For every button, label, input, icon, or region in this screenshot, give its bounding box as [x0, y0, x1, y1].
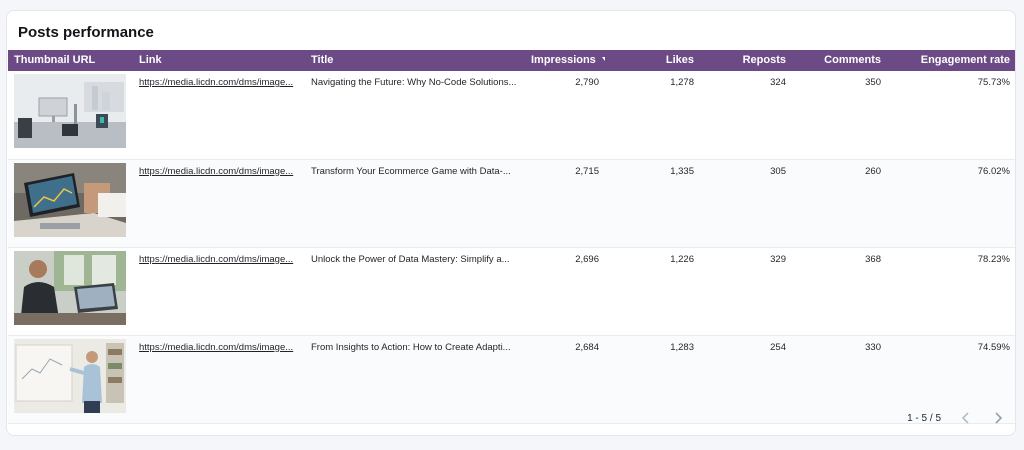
presenter-whiteboard-thumbnail: [14, 338, 126, 413]
comments-cell: 330: [865, 341, 881, 353]
link-cell: https://media.licdn.com/dms/image...: [133, 159, 305, 247]
chevron-left-icon[interactable]: [959, 411, 973, 425]
post-link[interactable]: https://media.licdn.com/dms/image...: [139, 77, 293, 88]
column-header-comments[interactable]: Comments: [792, 50, 887, 71]
engagement-rate-cell: 76.02%: [977, 165, 1010, 177]
thumbnail-cell: [8, 247, 133, 335]
reposts-cell: 324: [770, 77, 786, 88]
link-cell: https://media.licdn.com/dms/image...: [133, 71, 305, 159]
office-desk-mac-thumbnail: [14, 74, 126, 148]
table-row: https://media.licdn.com/dms/image... Tra…: [8, 159, 1015, 247]
reposts-cell: 305: [770, 165, 786, 177]
table-row: https://media.licdn.com/dms/image... Fro…: [8, 335, 1015, 423]
table-row: https://media.licdn.com/dms/image... Unl…: [8, 247, 1015, 335]
likes-cell: 1,335: [670, 165, 694, 177]
column-header-title[interactable]: Title: [305, 50, 525, 71]
man-at-laptop-thumbnail: [14, 250, 126, 325]
impressions-cell: 2,696: [575, 253, 599, 265]
pagination-range: 1 - 5 / 5: [907, 412, 941, 424]
column-header-impressions[interactable]: Impressions: [525, 50, 605, 71]
likes-cell: 1,226: [670, 253, 694, 265]
likes-cell: 1,278: [670, 77, 694, 88]
comments-cell: 350: [865, 77, 881, 88]
title-cell: Transform Your Ecommerce Game with Data-…: [311, 165, 511, 177]
impressions-cell: 2,790: [575, 77, 599, 88]
table-row: https://media.licdn.com/dms/image... Nav…: [8, 71, 1015, 159]
reposts-cell: 254: [770, 341, 786, 353]
impressions-cell: 2,715: [575, 165, 599, 177]
posts-performance-card: Posts performance Thumbnail URL Link Tit…: [6, 10, 1016, 436]
thumbnail-cell: [8, 71, 133, 159]
link-cell: https://media.licdn.com/dms/image...: [133, 247, 305, 335]
column-header-thumbnail-url[interactable]: Thumbnail URL: [8, 50, 133, 71]
posts-table: Thumbnail URL Link Title Impressions Lik…: [8, 50, 1015, 424]
title-cell: From Insights to Action: How to Create A…: [311, 341, 511, 353]
engagement-rate-cell: 75.73%: [977, 77, 1010, 88]
column-header-reposts[interactable]: Reposts: [700, 50, 792, 71]
comments-cell: 368: [865, 253, 881, 265]
post-link[interactable]: https://media.licdn.com/dms/image...: [139, 254, 293, 265]
likes-cell: 1,283: [670, 341, 694, 353]
pagination: 1 - 5 / 5: [907, 411, 1005, 425]
post-link[interactable]: https://media.licdn.com/dms/image...: [139, 342, 293, 353]
thumbnail-cell: [8, 335, 133, 423]
table-header-row: Thumbnail URL Link Title Impressions Lik…: [8, 50, 1015, 71]
title-cell: Navigating the Future: Why No-Code Solut…: [311, 77, 517, 88]
reposts-cell: 329: [770, 253, 786, 265]
link-cell: https://media.licdn.com/dms/image...: [133, 335, 305, 423]
column-header-impressions-label: Impressions: [531, 54, 596, 66]
title-cell: Unlock the Power of Data Mastery: Simpli…: [311, 253, 510, 265]
post-link[interactable]: https://media.licdn.com/dms/image...: [139, 166, 293, 177]
card-title: Posts performance: [18, 24, 154, 41]
impressions-cell: 2,684: [575, 341, 599, 353]
column-header-link[interactable]: Link: [133, 50, 305, 71]
laptop-charts-thumbnail: [14, 162, 126, 237]
sort-descending-icon: [601, 57, 605, 61]
column-header-engagement-rate[interactable]: Engagement rate: [887, 50, 1015, 71]
column-header-likes[interactable]: Likes: [605, 50, 700, 71]
chevron-right-icon[interactable]: [991, 411, 1005, 425]
comments-cell: 260: [865, 165, 881, 177]
thumbnail-cell: [8, 159, 133, 247]
engagement-rate-cell: 74.59%: [977, 341, 1010, 353]
engagement-rate-cell: 78.23%: [977, 253, 1010, 265]
